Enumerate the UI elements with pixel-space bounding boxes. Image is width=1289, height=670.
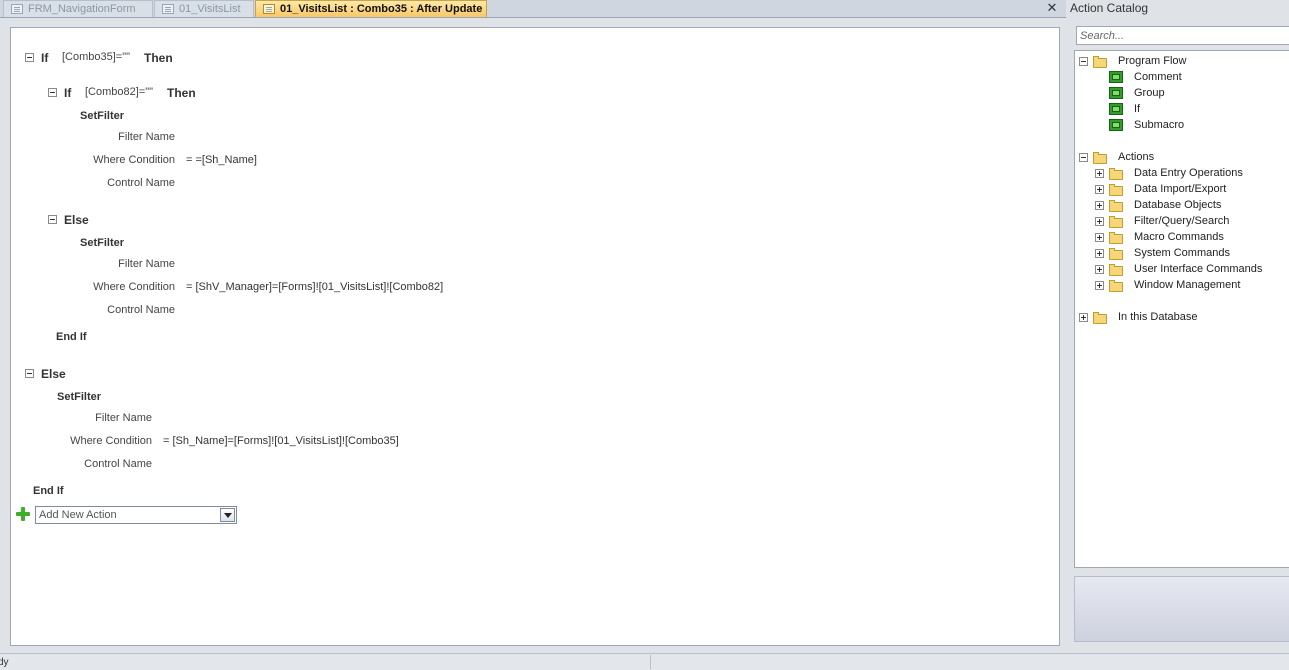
dropdown-arrow-icon[interactable]	[220, 508, 235, 522]
folder-icon	[1093, 56, 1107, 68]
collapse-else1-icon[interactable]	[25, 369, 34, 378]
setfilter3-name[interactable]: SetFilter	[57, 391, 101, 403]
if-action-icon	[1109, 103, 1123, 115]
expand-icon[interactable]	[1095, 249, 1104, 258]
catalog-item-window-management[interactable]: Window Management	[1134, 279, 1240, 291]
expand-in-this-database-icon[interactable]	[1079, 313, 1088, 322]
collapse-else2-icon[interactable]	[48, 215, 57, 224]
catalog-actions[interactable]: Actions	[1118, 151, 1154, 163]
tab-combo35-after-update[interactable]: 01_VisitsList : Combo35 : After Update	[255, 0, 487, 17]
catalog-item-group[interactable]: Group	[1134, 87, 1165, 99]
status-text: dy	[0, 657, 9, 668]
expand-icon[interactable]	[1095, 233, 1104, 242]
if2-condition[interactable]: [Combo82]=""	[85, 86, 153, 98]
collapse-actions-icon[interactable]	[1079, 153, 1088, 162]
setfilter1-filter-label: Filter Name	[118, 131, 175, 143]
setfilter2-name[interactable]: SetFilter	[80, 237, 124, 249]
catalog-item-filter-query-search[interactable]: Filter/Query/Search	[1134, 215, 1229, 227]
collapse-if1-icon[interactable]	[25, 53, 34, 62]
setfilter1-control-label: Control Name	[107, 177, 175, 189]
else2-keyword: Else	[64, 213, 89, 227]
folder-icon	[1109, 216, 1123, 228]
setfilter2-control-label: Control Name	[107, 304, 175, 316]
form-icon	[11, 4, 23, 14]
macro-designer[interactable]	[10, 27, 1060, 646]
catalog-program-flow[interactable]: Program Flow	[1118, 55, 1186, 67]
catalog-item-data-entry-operations[interactable]: Data Entry Operations	[1134, 167, 1243, 179]
setfilter3-filter-label: Filter Name	[95, 412, 152, 424]
collapse-if2-icon[interactable]	[48, 88, 57, 97]
collapse-program-flow-icon[interactable]	[1079, 57, 1088, 66]
setfilter2-filter-label: Filter Name	[118, 258, 175, 270]
folder-icon	[1109, 168, 1123, 180]
setfilter3-where-label: Where Condition	[70, 435, 152, 447]
tab-label: FRM_NavigationForm	[28, 3, 136, 15]
folder-icon	[1109, 184, 1123, 196]
if2-keyword: If	[64, 86, 72, 100]
catalog-help-pane	[1074, 576, 1289, 642]
add-new-action-select[interactable]: Add New Action	[35, 506, 237, 524]
catalog-search-input[interactable]: Search...	[1076, 26, 1289, 45]
if1-condition[interactable]: [Combo35]=""	[62, 51, 130, 63]
expand-icon[interactable]	[1095, 217, 1104, 226]
expand-icon[interactable]	[1095, 169, 1104, 178]
tab-label: 01_VisitsList : Combo35 : After Update	[280, 3, 483, 15]
close-tab-icon[interactable]: ✕	[1045, 0, 1059, 16]
catalog-item-database-objects[interactable]: Database Objects	[1134, 199, 1221, 211]
folder-icon	[1109, 264, 1123, 276]
expand-icon[interactable]	[1095, 281, 1104, 290]
folder-icon	[1109, 232, 1123, 244]
expand-icon[interactable]	[1095, 201, 1104, 210]
folder-icon	[1093, 152, 1107, 164]
macro-icon	[263, 4, 275, 14]
action-catalog-title: Action Catalog	[1070, 1, 1149, 15]
catalog-item-comment[interactable]: Comment	[1134, 71, 1182, 83]
if1-keyword: If	[41, 51, 49, 65]
folder-icon	[1109, 280, 1123, 292]
status-bar	[0, 653, 1289, 670]
setfilter1-where-label: Where Condition	[93, 154, 175, 166]
catalog-item-if[interactable]: If	[1134, 103, 1140, 115]
expand-icon[interactable]	[1095, 265, 1104, 274]
setfilter2-where-value[interactable]: = [ShV_Manager]=[Forms]![01_VisitsList]!…	[186, 281, 443, 293]
if1-then: Then	[144, 51, 173, 65]
setfilter3-control-label: Control Name	[84, 458, 152, 470]
setfilter3-where-value[interactable]: = [Sh_Name]=[Forms]![01_VisitsList]![Com…	[163, 435, 399, 447]
form-icon	[162, 4, 174, 14]
tab-visits-list[interactable]: 01_VisitsList	[154, 0, 254, 17]
status-divider	[650, 655, 651, 669]
setfilter1-name[interactable]: SetFilter	[80, 110, 124, 122]
setfilter1-where-value[interactable]: = =[Sh_Name]	[186, 154, 257, 166]
catalog-in-this-database[interactable]: In this Database	[1118, 311, 1198, 323]
folder-icon	[1093, 312, 1107, 324]
if2-then: Then	[167, 86, 196, 100]
endif1-keyword: End If	[33, 485, 64, 497]
comment-action-icon	[1109, 71, 1123, 83]
tab-label: 01_VisitsList	[179, 3, 241, 15]
catalog-item-data-import-export[interactable]: Data Import/Export	[1134, 183, 1226, 195]
folder-icon	[1109, 248, 1123, 260]
else1-keyword: Else	[41, 367, 66, 381]
submacro-action-icon	[1109, 119, 1123, 131]
expand-icon[interactable]	[1095, 185, 1104, 194]
catalog-item-submacro[interactable]: Submacro	[1134, 119, 1184, 131]
setfilter2-where-label: Where Condition	[93, 281, 175, 293]
endif2-keyword: End If	[56, 331, 87, 343]
document-tab-strip: FRM_NavigationForm 01_VisitsList 01_Visi…	[0, 0, 1066, 18]
catalog-item-system-commands[interactable]: System Commands	[1134, 247, 1230, 259]
catalog-item-user-interface-commands[interactable]: User Interface Commands	[1134, 263, 1262, 275]
catalog-item-macro-commands[interactable]: Macro Commands	[1134, 231, 1224, 243]
add-action-plus-icon[interactable]	[16, 507, 30, 521]
add-new-action-placeholder: Add New Action	[39, 509, 117, 521]
folder-icon	[1109, 200, 1123, 212]
tab-frm-navigation-form[interactable]: FRM_NavigationForm	[3, 0, 153, 17]
group-action-icon	[1109, 87, 1123, 99]
